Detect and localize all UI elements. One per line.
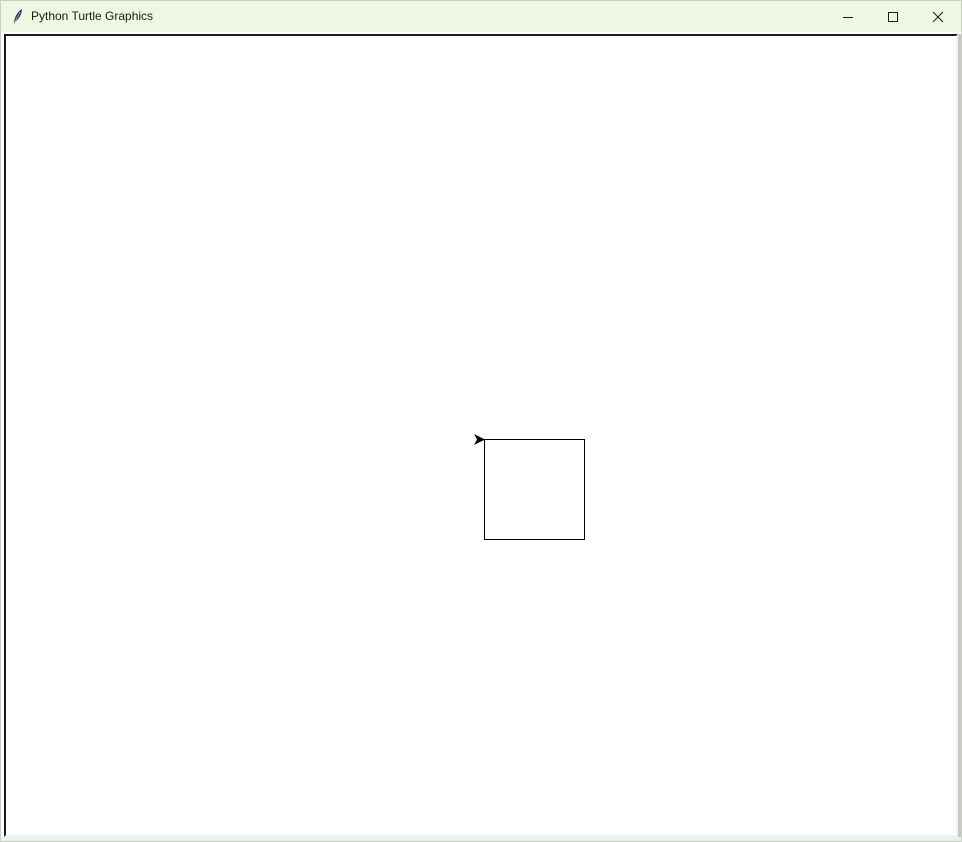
feather-icon: [11, 8, 25, 25]
window-title: Python Turtle Graphics: [31, 9, 154, 23]
minimize-icon: [842, 11, 854, 23]
turtle-window: Python Turtle Graphics: [0, 0, 962, 842]
turtle-canvas-frame: [4, 34, 958, 837]
minimize-button[interactable]: [825, 1, 871, 32]
canvas-background: [6, 36, 956, 835]
window-right-edge: [958, 34, 961, 837]
close-icon: [932, 11, 944, 23]
turtle-canvas[interactable]: [6, 36, 956, 835]
maximize-icon: [887, 11, 899, 23]
maximize-button[interactable]: [870, 1, 916, 32]
close-button[interactable]: [915, 1, 961, 32]
window-bottom-edge: [1, 837, 961, 841]
title-bar[interactable]: Python Turtle Graphics: [1, 1, 961, 32]
